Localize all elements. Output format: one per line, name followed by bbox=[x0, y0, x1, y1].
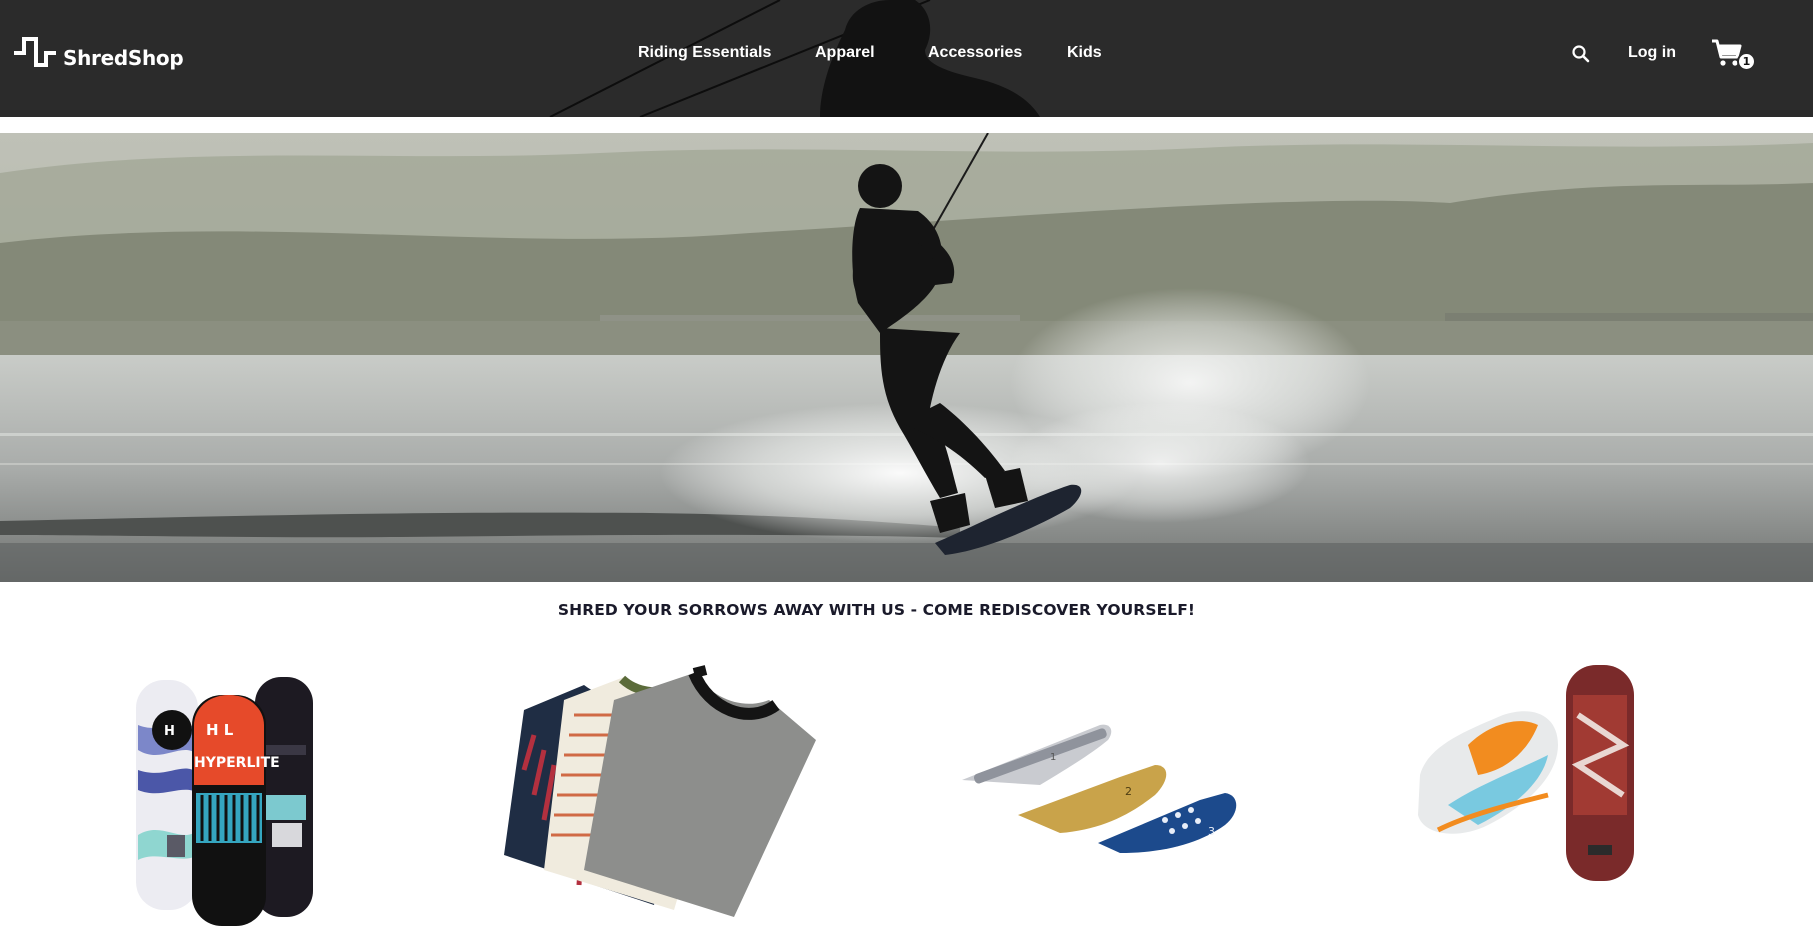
search-button[interactable] bbox=[1571, 44, 1591, 64]
cart-count-badge: 1 bbox=[1737, 52, 1756, 71]
cart-button[interactable]: 1 bbox=[1711, 38, 1757, 74]
board-text: H L bbox=[206, 721, 234, 739]
nav-kids[interactable]: Kids bbox=[1067, 44, 1102, 62]
hero-tagline: SHRED YOUR SORROWS AWAY WITH US - COME R… bbox=[557, 601, 1196, 619]
board-brand: HYPERLITE bbox=[194, 755, 280, 771]
folded-tshirts-image bbox=[504, 665, 816, 917]
wakeboarder-hero-image bbox=[0, 133, 1813, 582]
category-kids[interactable] bbox=[1408, 655, 1668, 885]
fin-label-1: 1 bbox=[1050, 752, 1056, 763]
fin-label-2: 2 bbox=[1125, 785, 1132, 798]
fin-label-3: 3 bbox=[1208, 825, 1215, 838]
category-riding-essentials[interactable]: H L H HYPERLITE bbox=[112, 655, 332, 926]
kids-gear-image bbox=[1418, 665, 1634, 881]
svg-text:H: H bbox=[164, 724, 175, 739]
category-apparel[interactable] bbox=[494, 655, 834, 926]
nav-apparel[interactable]: Apparel bbox=[815, 44, 875, 62]
nav-accessories[interactable]: Accessories bbox=[928, 44, 1022, 62]
main-nav: Riding Essentials Apparel Accessories Ki… bbox=[0, 44, 1813, 66]
wakeboard-fins-image: 1 2 3 bbox=[962, 724, 1237, 853]
hero-banner bbox=[0, 133, 1813, 582]
search-icon bbox=[1572, 45, 1590, 63]
nav-riding-essentials[interactable]: Riding Essentials bbox=[638, 44, 771, 62]
wakeboards-image: H L H HYPERLITE bbox=[136, 677, 313, 926]
login-link[interactable]: Log in bbox=[1628, 44, 1676, 62]
category-accessories[interactable]: 1 2 3 bbox=[950, 655, 1240, 855]
site-header: ShredShop Riding Essentials Apparel Acce… bbox=[0, 0, 1813, 117]
